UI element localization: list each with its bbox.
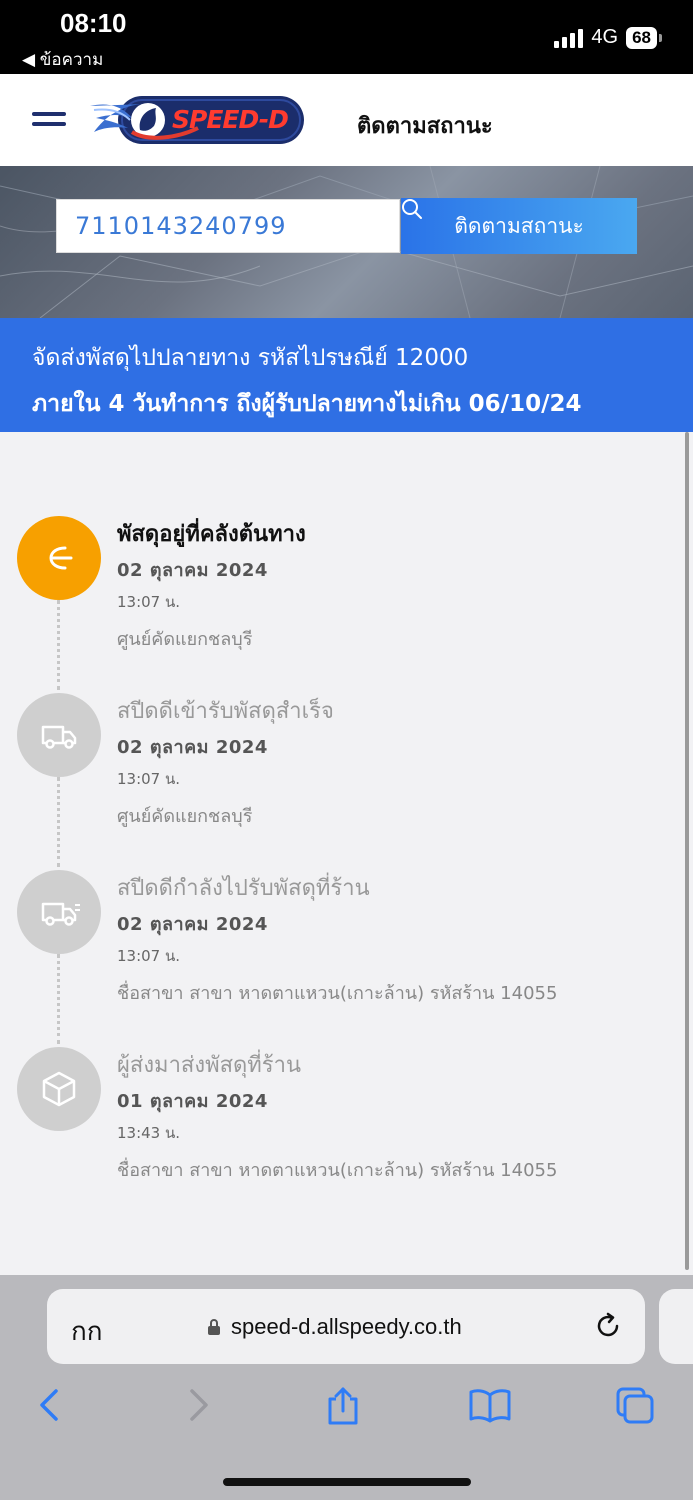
reload-icon[interactable]	[593, 1311, 623, 1341]
event-date: 01 ตุลาคม 2024	[117, 1091, 268, 1112]
event-title: สปีดดีกำลังไปรับพัสดุที่ร้าน	[117, 876, 370, 901]
page-title: ติดตามสถานะ	[357, 114, 493, 139]
package-box-icon	[17, 1047, 101, 1131]
warehouse-arrow-icon	[17, 516, 101, 600]
forward-icon[interactable]	[184, 1385, 212, 1425]
url-display[interactable]: speed-d.allspeedy.co.th	[207, 1314, 462, 1340]
speed-d-logo[interactable]: SPEED-D	[88, 92, 308, 148]
tracking-number-input[interactable]: 7110143240799	[56, 199, 400, 253]
status-indicators: 4G 68	[554, 26, 662, 49]
battery-icon: 68	[626, 26, 662, 49]
share-icon[interactable]	[325, 1385, 361, 1427]
scrollbar[interactable]	[685, 432, 689, 1270]
back-to-app-link[interactable]: ◀ ข้อความ	[22, 46, 103, 73]
address-bar[interactable]: กก speed-d.allspeedy.co.th	[47, 1289, 645, 1364]
search-hero: 7110143240799 ติดตามสถานะ	[0, 166, 693, 318]
site-header: SPEED-D ติดตามสถานะ	[0, 74, 693, 166]
status-bar: 08:10 ◀ ข้อความ 4G 68	[0, 0, 693, 74]
delivery-estimate-banner: จัดส่งพัสดุไปปลายทาง รหัสไปรษณีย์ 12000 …	[0, 318, 693, 432]
event-time: 13:43 น.	[117, 1124, 181, 1142]
reader-settings-button[interactable]: กก	[71, 1311, 102, 1352]
banner-destination: จัดส่งพัสดุไปปลายทาง รหัสไปรษณีย์ 12000	[32, 345, 469, 371]
lock-icon	[208, 1319, 220, 1335]
url-text: speed-d.allspeedy.co.th	[231, 1314, 462, 1339]
event-location: ชื่อสาขา สาขา หาดตาแหวน(เกาะล้าน) รหัสร้…	[117, 1160, 558, 1181]
event-date: 02 ตุลาคม 2024	[117, 560, 268, 581]
timeline-connector	[57, 600, 60, 690]
event-location: ศูนย์คัดแยกชลบุรี	[117, 629, 253, 650]
menu-icon[interactable]	[32, 112, 66, 128]
timeline-connector	[57, 777, 60, 867]
event-time: 13:07 น.	[117, 593, 181, 611]
search-icon	[402, 199, 422, 219]
back-icon[interactable]	[36, 1385, 64, 1425]
track-button-label: ติดตามสถานะ	[454, 213, 584, 238]
event-location: ศูนย์คัดแยกชลบุรี	[117, 806, 253, 827]
tabs-icon[interactable]	[614, 1385, 656, 1425]
banner-deadline: ภายใน 4 วันทำการ ถึงผู้รับปลายทางไม่เกิน…	[32, 391, 582, 417]
event-time: 13:07 น.	[117, 770, 181, 788]
event-time: 13:07 น.	[117, 947, 181, 965]
timeline-connector	[57, 954, 60, 1044]
status-time: 08:10	[60, 8, 127, 38]
browser-toolbar: กก speed-d.allspeedy.co.th	[0, 1275, 693, 1500]
event-location: ชื่อสาขา สาขา หาดตาแหวน(เกาะล้าน) รหัสร้…	[117, 983, 558, 1004]
event-title: ผู้ส่งมาส่งพัสดุที่ร้าน	[117, 1053, 302, 1078]
fast-truck-icon	[17, 870, 101, 954]
home-indicator[interactable]	[223, 1478, 471, 1486]
event-date: 02 ตุลาคม 2024	[117, 914, 268, 935]
bookmarks-icon[interactable]	[468, 1385, 512, 1425]
truck-icon	[17, 693, 101, 777]
tracking-timeline: พัสดุอยู่ที่คลังต้นทาง 02 ตุลาคม 2024 13…	[0, 432, 693, 1275]
network-label: 4G	[591, 26, 619, 48]
event-title: สปีดดีเข้ารับพัสดุสำเร็จ	[117, 699, 334, 724]
signal-icon	[554, 28, 584, 48]
next-tab-preview[interactable]	[659, 1289, 693, 1364]
event-title: พัสดุอยู่ที่คลังต้นทาง	[117, 522, 306, 547]
track-status-button[interactable]: ติดตามสถานะ	[401, 198, 637, 254]
logo-text: SPEED-D	[172, 105, 289, 134]
event-date: 02 ตุลาคม 2024	[117, 737, 268, 758]
